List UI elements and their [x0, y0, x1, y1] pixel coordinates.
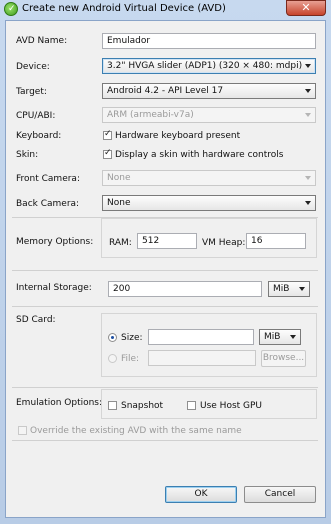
keyboard-checkbox-label[interactable]: Hardware keyboard present: [115, 131, 240, 141]
internal-storage-unit-select[interactable]: MiB: [268, 281, 310, 297]
back-camera-select[interactable]: None: [102, 195, 316, 211]
ram-input[interactable]: 512: [137, 233, 197, 249]
emulation-options-label: Emulation Options:: [16, 398, 103, 408]
keyboard-label: Keyboard:: [16, 131, 62, 141]
vm-heap-label: VM Heap:: [202, 238, 246, 248]
snapshot-checkbox[interactable]: [108, 401, 117, 410]
chevron-down-icon: [305, 89, 311, 93]
window-title: Create new Android Virtual Device (AVD): [22, 3, 226, 14]
chevron-down-icon: [305, 176, 311, 180]
device-select[interactable]: 3.2" HVGA slider (ADP1) (320 × 480: mdpi…: [102, 58, 316, 74]
skin-checkbox-label[interactable]: Display a skin with hardware controls: [115, 150, 283, 160]
snapshot-checkbox-label[interactable]: Snapshot: [121, 401, 163, 411]
cancel-button[interactable]: Cancel: [244, 486, 316, 503]
sd-size-label[interactable]: Size:: [121, 333, 143, 343]
back-camera-label: Back Camera:: [16, 199, 80, 209]
sd-card-group: [101, 313, 317, 377]
close-button[interactable]: ✕: [286, 0, 326, 16]
memory-options-label: Memory Options:: [16, 237, 94, 247]
separator: [12, 387, 318, 388]
separator: [12, 440, 318, 441]
device-select-value: 3.2" HVGA slider (ADP1) (320 × 480: mdpi…: [107, 61, 303, 71]
device-label: Device:: [16, 62, 50, 72]
skin-label: Skin:: [16, 150, 39, 160]
front-camera-label: Front Camera:: [16, 174, 80, 184]
sd-size-radio[interactable]: [108, 333, 117, 342]
sd-card-label: SD Card:: [16, 315, 56, 325]
separator: [12, 306, 318, 307]
cpu-abi-select-value: ARM (armeabi-v7a): [107, 110, 194, 120]
sd-file-input[interactable]: [148, 350, 256, 366]
target-select-value: Android 4.2 - API Level 17: [107, 86, 224, 96]
ok-button[interactable]: OK: [165, 486, 237, 503]
override-checkbox-label[interactable]: Override the existing AVD with the same …: [30, 426, 242, 436]
internal-storage-unit-value: MiB: [273, 284, 290, 294]
browse-button[interactable]: Browse...: [261, 350, 306, 367]
android-app-icon: ✓: [4, 2, 18, 16]
internal-storage-input[interactable]: 200: [108, 281, 262, 297]
sd-size-input[interactable]: [148, 329, 254, 345]
chevron-down-icon: [299, 287, 305, 291]
cpu-abi-select[interactable]: ARM (armeabi-v7a): [102, 107, 316, 123]
keyboard-checkbox[interactable]: [103, 129, 112, 140]
avd-name-label: AVD Name:: [16, 36, 68, 46]
target-select[interactable]: Android 4.2 - API Level 17: [102, 83, 316, 99]
chevron-down-icon: [305, 64, 311, 68]
internal-storage-label: Internal Storage:: [16, 283, 92, 293]
sd-file-label[interactable]: File:: [121, 354, 139, 364]
override-checkbox[interactable]: [18, 426, 27, 435]
separator: [12, 270, 318, 271]
sd-file-radio[interactable]: [108, 354, 117, 363]
use-host-gpu-checkbox-label[interactable]: Use Host GPU: [200, 401, 262, 411]
title-bar[interactable]: ✓ Create new Android Virtual Device (AVD…: [0, 0, 331, 18]
avd-name-input[interactable]: Emulador: [102, 33, 316, 49]
target-label: Target:: [16, 87, 47, 97]
cpu-abi-label: CPU/ABI:: [16, 111, 56, 121]
vm-heap-input[interactable]: 16: [246, 233, 306, 249]
back-camera-select-value: None: [107, 198, 131, 208]
sd-size-unit-value: MiB: [264, 332, 281, 342]
chevron-down-icon: [305, 113, 311, 117]
front-camera-select[interactable]: None: [102, 170, 316, 186]
skin-checkbox[interactable]: [103, 148, 112, 159]
sd-size-unit-select[interactable]: MiB: [259, 329, 301, 345]
use-host-gpu-checkbox[interactable]: [187, 401, 196, 410]
front-camera-select-value: None: [107, 173, 131, 183]
chevron-down-icon: [290, 335, 296, 339]
chevron-down-icon: [305, 201, 311, 205]
ram-label: RAM:: [109, 238, 132, 248]
